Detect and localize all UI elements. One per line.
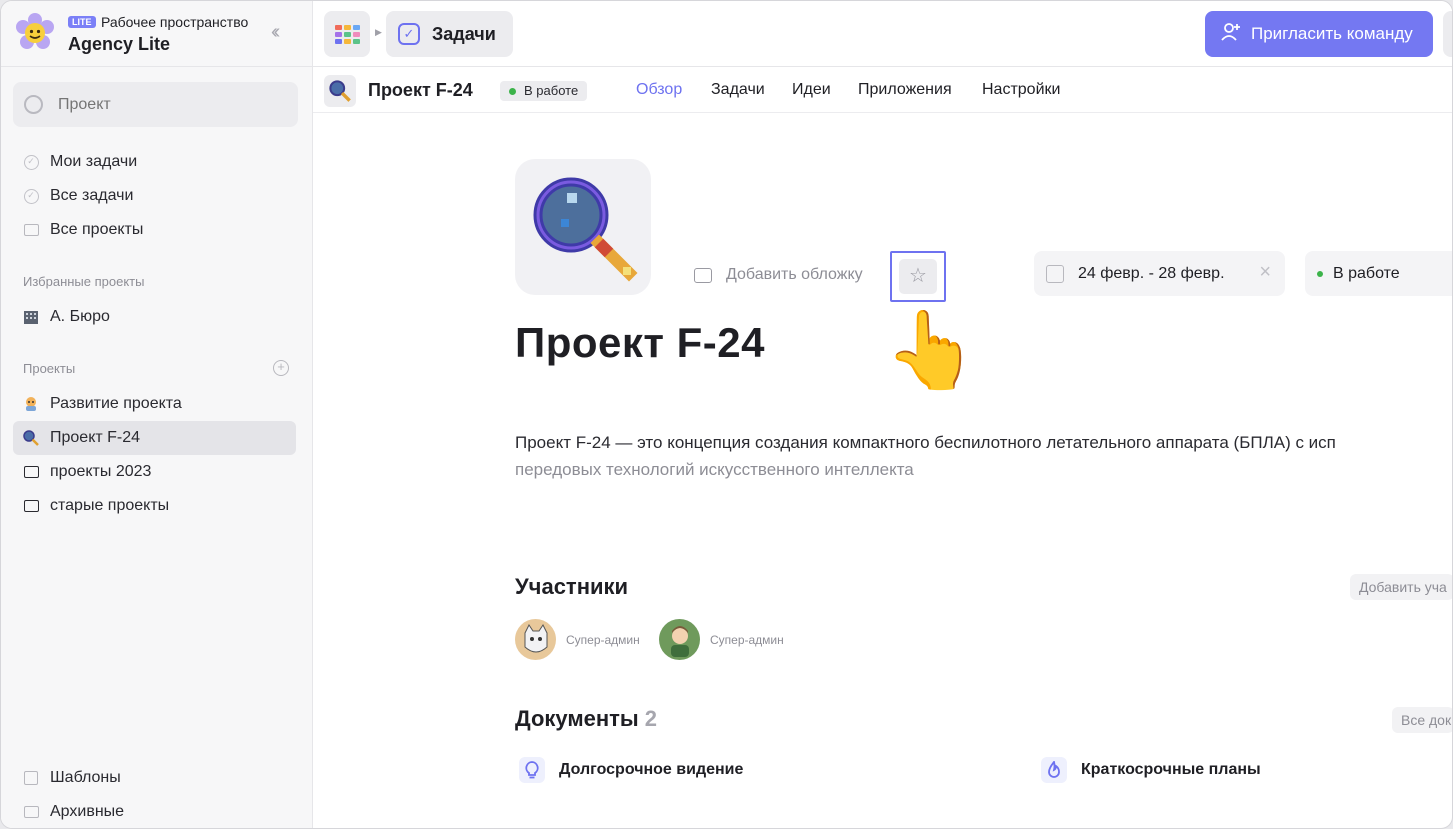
breadcrumb-separator-icon: ▶ xyxy=(375,27,382,37)
sidebar-item-archive[interactable]: Архивные xyxy=(13,795,296,828)
all-documents-button[interactable]: Все док xyxy=(1392,707,1452,733)
search-box[interactable] xyxy=(13,82,298,127)
tab-overview[interactable]: Обзор xyxy=(636,81,682,99)
search-icon xyxy=(24,95,43,114)
magnifier-icon xyxy=(23,430,39,446)
calendar-icon xyxy=(1046,264,1064,283)
flame-icon xyxy=(1041,757,1067,783)
document-title: Краткосрочные планы xyxy=(1081,761,1261,778)
project-avatar[interactable] xyxy=(515,159,651,295)
image-icon xyxy=(694,267,712,283)
member-item[interactable]: Супер-админ xyxy=(659,619,784,660)
favorites-section-label: Избранные проекты xyxy=(23,274,145,289)
app-window: LITE Рабочее пространство Agency Lite ‹‹… xyxy=(0,0,1453,829)
tab-tasks[interactable]: Задачи xyxy=(711,81,765,99)
document-item[interactable]: Долгосрочное видение xyxy=(519,757,743,783)
sidebar-item-label: проекты 2023 xyxy=(50,463,152,480)
sidebar-item-label: старые проекты xyxy=(50,497,170,514)
invite-team-button[interactable]: Пригласить команду xyxy=(1205,11,1433,57)
sidebar-item-my-tasks[interactable]: ✓ Мои задачи xyxy=(13,145,296,179)
folder-icon xyxy=(23,498,39,514)
breadcrumb-label: Задачи xyxy=(432,23,496,44)
documents-title: Документы xyxy=(515,706,639,731)
member-role: Супер-админ xyxy=(710,632,784,647)
check-circle-icon: ✓ xyxy=(23,154,39,170)
sidebar-item-label: Проект F-24 xyxy=(50,429,141,446)
check-circle-icon: ✓ xyxy=(23,188,39,204)
favorite-star-button[interactable]: ☆ xyxy=(890,251,946,302)
magnifier-icon xyxy=(533,177,638,282)
star-icon: ☆ xyxy=(899,259,937,294)
archive-icon xyxy=(23,804,39,820)
sidebar: LITE Рабочее пространство Agency Lite ‹‹… xyxy=(1,1,313,828)
workspace-logo-icon xyxy=(13,11,57,55)
sidebar-item-label: Шаблоны xyxy=(50,769,121,786)
plan-badge: LITE xyxy=(68,16,96,28)
templates-icon xyxy=(23,770,39,786)
page-title: Проект F-24 xyxy=(515,319,765,366)
members-section-title: Участники xyxy=(515,574,629,599)
project-status-badge[interactable]: В работе xyxy=(500,81,588,101)
clear-date-icon[interactable]: × xyxy=(1259,261,1271,284)
date-range-field[interactable]: 24 февр. - 28 февр. × xyxy=(1034,251,1285,296)
add-user-icon xyxy=(1221,22,1241,46)
add-member-button[interactable]: Добавить уча xyxy=(1350,574,1452,600)
sidebar-item-label: А. Бюро xyxy=(50,308,110,325)
breadcrumb-tasks[interactable]: ✓ Задачи xyxy=(386,11,513,57)
add-project-icon[interactable]: + xyxy=(273,360,289,376)
avatar xyxy=(659,619,700,660)
sidebar-item-label: Архивные xyxy=(50,803,125,820)
collapse-sidebar-icon[interactable]: ‹‹ xyxy=(271,21,281,44)
document-title: Долгосрочное видение xyxy=(559,761,744,778)
apps-grid-button[interactable] xyxy=(324,11,370,57)
sidebar-item-a-buro[interactable]: А. Бюро xyxy=(13,300,296,334)
avatar xyxy=(515,619,556,660)
project-description-line-2[interactable]: передовых технологий искусственного инте… xyxy=(515,460,914,480)
search-input[interactable] xyxy=(58,82,265,127)
projects-section-label: Проекты xyxy=(23,361,76,376)
project-thumb-magnifier-icon xyxy=(324,75,356,107)
tasks-check-icon: ✓ xyxy=(398,23,420,45)
invite-team-label: Пригласить команду xyxy=(1251,24,1413,43)
project-bar: Проект F-24 В работе Обзор Задачи Идеи П… xyxy=(313,68,1452,113)
project-description-line-1[interactable]: Проект F-24 — это концепция создания ком… xyxy=(515,433,1336,453)
sidebar-item-label: Развитие проекта xyxy=(50,395,182,412)
extra-topbar-button[interactable] xyxy=(1443,11,1452,57)
lightbulb-icon xyxy=(519,757,545,783)
pointing-hand-icon: 👆 xyxy=(884,308,979,393)
sidebar-item-projects-2023[interactable]: проекты 2023 xyxy=(13,455,296,489)
tab-settings[interactable]: Настройки xyxy=(982,81,1060,99)
tab-ideas[interactable]: Идеи xyxy=(792,81,831,99)
folder-icon xyxy=(23,222,39,238)
sidebar-item-label: Мои задачи xyxy=(50,153,138,170)
date-range-value: 24 февр. - 28 февр. xyxy=(1078,264,1225,282)
sidebar-item-label: Все задачи xyxy=(50,187,134,204)
folder-icon xyxy=(23,464,39,480)
workspace-name: Agency Lite xyxy=(68,34,171,54)
sidebar-item-templates[interactable]: Шаблоны xyxy=(13,761,296,795)
sidebar-item-project-f24[interactable]: Проект F-24 xyxy=(13,421,296,455)
rocket-avatar-icon xyxy=(23,396,39,412)
sidebar-item-project-development[interactable]: Развитие проекта xyxy=(13,387,296,421)
document-item[interactable]: Краткосрочные планы xyxy=(1041,757,1261,783)
add-cover-button[interactable]: Добавить обложку xyxy=(694,266,863,284)
tab-apps[interactable]: Приложения xyxy=(858,81,952,99)
documents-section-title: Документы 2 xyxy=(515,706,657,732)
member-role: Супер-админ xyxy=(566,632,640,647)
status-select[interactable]: В работе xyxy=(1305,251,1452,296)
member-item[interactable]: Супер-админ xyxy=(515,619,640,660)
top-bar: ▶ ✓ Задачи Пригласить команду xyxy=(313,1,1452,67)
sidebar-item-all-tasks[interactable]: ✓ Все задачи xyxy=(13,179,296,213)
building-icon xyxy=(23,309,39,325)
sidebar-item-all-projects[interactable]: Все проекты xyxy=(13,213,296,247)
workspace-header[interactable]: LITE Рабочее пространство Agency Lite ‹‹ xyxy=(1,1,312,67)
sidebar-item-label: Все проекты xyxy=(50,221,144,238)
sidebar-item-old-projects[interactable]: старые проекты xyxy=(13,489,296,523)
documents-count: 2 xyxy=(644,706,657,731)
project-bar-title: Проект F-24 xyxy=(368,80,473,100)
add-cover-label: Добавить обложку xyxy=(726,266,863,283)
workspace-caption: Рабочее пространство xyxy=(101,14,249,30)
